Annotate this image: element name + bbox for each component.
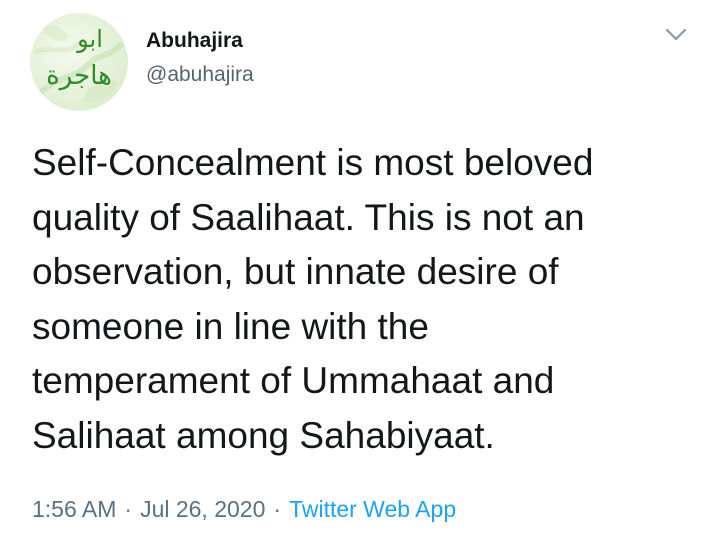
tweet-text-line: temperament of Ummahaat and bbox=[32, 360, 555, 401]
avatar[interactable]: ابو هاجرة bbox=[30, 13, 128, 111]
tweet-text: Self-Concealment is most beloved quality… bbox=[32, 136, 702, 463]
avatar-text-line1: ابو bbox=[77, 25, 103, 53]
tweet-card: ابو هاجرة Abuhajira @abuhajira Self-Conc… bbox=[0, 0, 720, 545]
tweet-text-line: observation, but innate desire of bbox=[32, 251, 559, 292]
meta-separator: · bbox=[124, 496, 133, 522]
tweet-text-line: someone in line with the bbox=[32, 305, 429, 347]
tweet-text-line: Self-Concealment is most beloved bbox=[32, 142, 594, 183]
user-handle[interactable]: @abuhajira bbox=[146, 62, 254, 88]
tweet-source-link[interactable]: Twitter Web App bbox=[289, 496, 456, 522]
display-name[interactable]: Abuhajira bbox=[146, 28, 254, 54]
tweet-date[interactable]: Jul 26, 2020 bbox=[140, 496, 265, 522]
tweet-text-line: quality of Saalihaat. This is not an bbox=[32, 196, 585, 238]
avatar-text-line2: هاجرة bbox=[46, 61, 112, 91]
tweet-meta: 1:56 AM · Jul 26, 2020 · Twitter Web App bbox=[32, 494, 456, 524]
chevron-down-icon[interactable] bbox=[664, 26, 688, 44]
tweet-time[interactable]: 1:56 AM bbox=[32, 496, 116, 522]
meta-separator: · bbox=[273, 496, 282, 522]
tweet-text-line: Salihaat among Sahabiyaat. bbox=[32, 414, 495, 456]
author-info: Abuhajira @abuhajira bbox=[146, 28, 254, 88]
